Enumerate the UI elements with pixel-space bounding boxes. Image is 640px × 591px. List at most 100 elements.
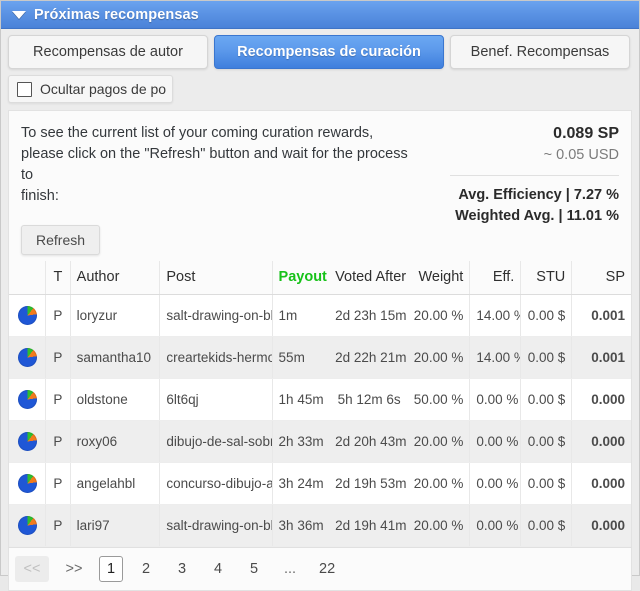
row-post[interactable]: concurso-dibujo-a-la-sal-: [159, 462, 273, 505]
rewards-table-body: P loryzur salt-drawing-on-black-ca 1m 2d…: [9, 294, 631, 547]
row-author[interactable]: loryzur: [70, 294, 161, 337]
pie-chart-icon: [17, 474, 37, 493]
col-header-type[interactable]: T: [45, 261, 71, 295]
row-post[interactable]: salt-drawing-on-black-ca: [159, 504, 273, 547]
info-line-1: To see the current list of your coming c…: [21, 125, 374, 141]
checkbox-icon[interactable]: [17, 81, 32, 97]
row-stu: 0.00 $: [520, 462, 573, 505]
row-type: P: [45, 504, 71, 547]
row-eff: 0.00 %: [469, 420, 522, 463]
row-type: P: [45, 462, 71, 505]
pagination-first-button[interactable]: <<: [15, 556, 49, 582]
row-post[interactable]: salt-drawing-on-black-ca: [159, 294, 273, 337]
col-header-eff[interactable]: Eff.: [469, 261, 522, 295]
pagination-page-4[interactable]: 4: [205, 556, 231, 582]
row-payout-in: 55m: [272, 336, 330, 379]
row-weight: 20.00 %: [406, 420, 471, 463]
row-post[interactable]: creartekids-hermoso-po: [159, 336, 273, 379]
pie-chart-icon: [17, 348, 37, 367]
summary-avg-efficiency: Avg. Efficiency | 7.27 %: [458, 187, 619, 203]
col-header-stu[interactable]: STU: [520, 261, 573, 295]
row-type: P: [45, 378, 71, 421]
row-sp: 0.000: [571, 504, 631, 547]
tab-author-rewards-label: Recompensas de autor: [33, 44, 183, 60]
row-stu: 0.00 $: [520, 378, 573, 421]
row-author[interactable]: samantha10: [70, 336, 161, 379]
row-voted-after: 2d 22h 21m: [329, 336, 407, 379]
row-eff: 0.00 %: [469, 462, 522, 505]
row-payout-in: 3h 36m: [272, 504, 330, 547]
row-sp: 0.000: [571, 378, 631, 421]
pagination-next-button[interactable]: >>: [59, 556, 89, 582]
refresh-button[interactable]: Refresh: [21, 225, 101, 255]
info-line-3: finish:: [21, 188, 59, 204]
pagination-page-3[interactable]: 3: [169, 556, 195, 582]
pie-chart-icon: [17, 516, 37, 535]
col-header-icon: [9, 261, 47, 295]
row-pie-cell: [9, 462, 47, 505]
triangle-down-icon[interactable]: [12, 10, 26, 19]
tab-author-rewards[interactable]: Recompensas de autor: [8, 35, 208, 69]
row-author[interactable]: angelahbl: [70, 462, 161, 505]
row-type: P: [45, 336, 71, 379]
col-header-weight[interactable]: Weight: [406, 261, 471, 295]
pagination-page-5[interactable]: 5: [241, 556, 267, 582]
row-post[interactable]: dibujo-de-sal-sobre-lienz: [159, 420, 273, 463]
pagination-page-1[interactable]: 1: [99, 556, 123, 582]
row-stu: 0.00 $: [520, 420, 573, 463]
hide-small-payouts-checkbox[interactable]: Ocultar pagos de po: [8, 75, 173, 103]
window-titlebar[interactable]: Próximas recompensas: [1, 1, 639, 29]
row-pie-cell: [9, 294, 47, 337]
row-eff: 0.00 %: [469, 504, 522, 547]
table-header-row: T Author Post Payout In Voted After Weig…: [9, 261, 631, 295]
pagination-bar: << >> 1 2 3 4 5 ... 22: [8, 547, 632, 591]
row-pie-cell: [9, 336, 47, 379]
row-weight: 20.00 %: [406, 336, 471, 379]
row-type: P: [45, 294, 71, 337]
col-header-post[interactable]: Post: [159, 261, 273, 295]
row-sp: 0.000: [571, 462, 631, 505]
row-author[interactable]: oldstone: [70, 378, 161, 421]
row-author[interactable]: lari97: [70, 504, 161, 547]
row-sp: 0.001: [571, 294, 631, 337]
row-weight: 20.00 %: [406, 504, 471, 547]
pagination-ellipsis: ...: [283, 561, 297, 577]
upcoming-rewards-window: Próximas recompensas Recompensas de auto…: [0, 0, 640, 591]
hide-small-payouts-label: Ocultar pagos de po: [40, 81, 167, 97]
row-voted-after: 2d 19h 41m: [329, 504, 407, 547]
row-sp: 0.001: [571, 336, 631, 379]
row-payout-in: 2h 33m: [272, 420, 330, 463]
tab-bar: Recompensas de autor Recompensas de cura…: [1, 29, 639, 69]
row-payout-in: 1m: [272, 294, 330, 337]
tab-beneficiary-rewards[interactable]: Benef. Recompensas: [450, 35, 630, 69]
table-row[interactable]: P oldstone 6lt6qj 1h 45m 5h 12m 6s 50.00…: [9, 378, 631, 421]
col-header-voted-after[interactable]: Voted After: [329, 261, 407, 295]
pie-chart-icon: [17, 306, 37, 325]
col-header-sp[interactable]: SP: [571, 261, 631, 295]
col-header-payout-in[interactable]: Payout In: [272, 261, 330, 295]
table-row[interactable]: P angelahbl concurso-dibujo-a-la-sal- 3h…: [9, 462, 631, 505]
pagination-page-2[interactable]: 2: [133, 556, 159, 582]
info-line-2: please click on the "Refresh" button and…: [21, 146, 408, 183]
filter-row: Ocultar pagos de po: [1, 69, 639, 110]
info-left: To see the current list of your coming c…: [21, 123, 436, 255]
table-row[interactable]: P samantha10 creartekids-hermoso-po 55m …: [9, 336, 631, 379]
summary-divider: [450, 175, 619, 176]
row-author[interactable]: roxy06: [70, 420, 161, 463]
table-row[interactable]: P lari97 salt-drawing-on-black-ca 3h 36m…: [9, 504, 631, 547]
pie-chart-icon: [17, 390, 37, 409]
window-title: Próximas recompensas: [34, 6, 199, 23]
table-row[interactable]: P roxy06 dibujo-de-sal-sobre-lienz 2h 33…: [9, 420, 631, 463]
pagination-page-last[interactable]: 22: [313, 556, 341, 582]
tab-curation-rewards[interactable]: Recompensas de curación: [214, 35, 444, 69]
summary-weighted-avg: Weighted Avg. | 11.01 %: [455, 208, 619, 224]
table-row[interactable]: P loryzur salt-drawing-on-black-ca 1m 2d…: [9, 294, 631, 337]
row-voted-after: 5h 12m 6s: [329, 378, 407, 421]
col-header-author[interactable]: Author: [70, 261, 161, 295]
row-post[interactable]: 6lt6qj: [159, 378, 273, 421]
row-eff: 14.00 %: [469, 336, 522, 379]
row-voted-after: 2d 23h 15m: [329, 294, 407, 337]
row-type: P: [45, 420, 71, 463]
info-block: To see the current list of your coming c…: [9, 111, 631, 261]
row-voted-after: 2d 20h 43m: [329, 420, 407, 463]
